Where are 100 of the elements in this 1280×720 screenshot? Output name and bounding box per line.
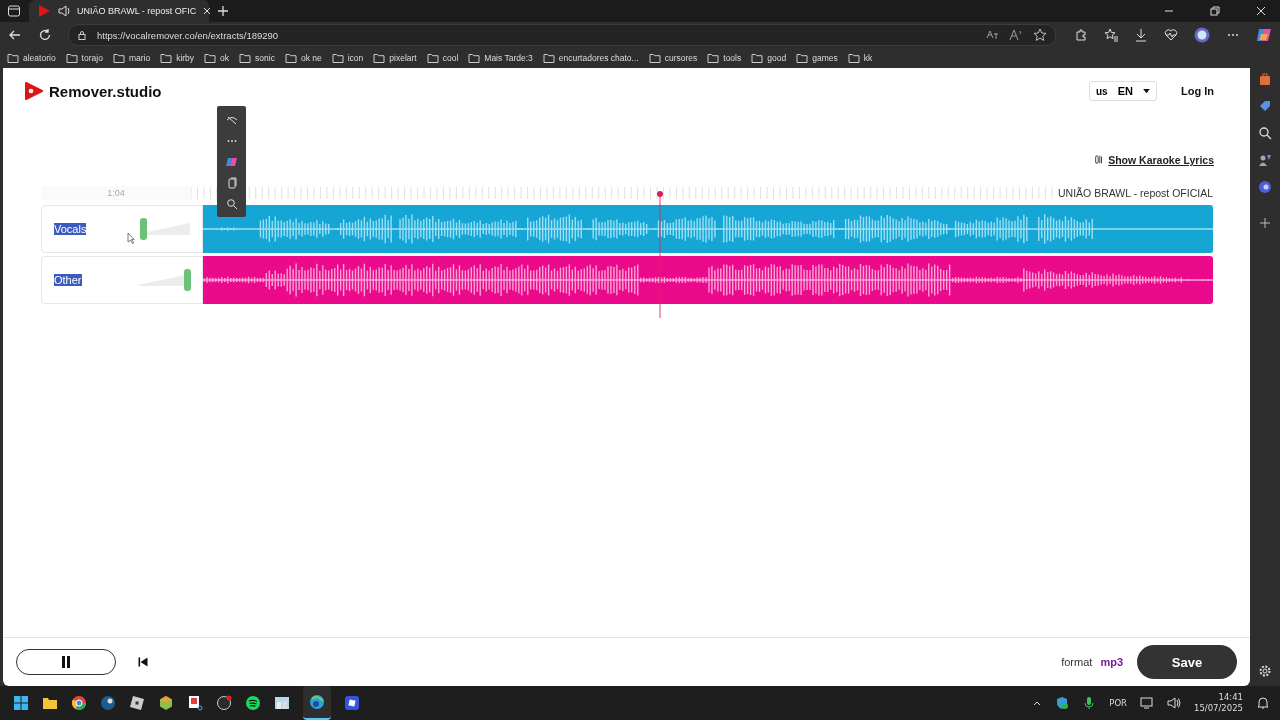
bookmark-folder[interactable]: ok ne: [284, 52, 322, 64]
people-icon[interactable]: [1258, 153, 1272, 167]
bookmark-folder[interactable]: aleatorio: [7, 52, 56, 64]
add-icon[interactable]: [1259, 217, 1271, 229]
new-tab-icon[interactable]: [217, 5, 229, 17]
restore-icon[interactable]: [1210, 6, 1220, 16]
language-selector[interactable]: us EN: [1088, 81, 1157, 101]
heart-pulse-icon[interactable]: [1164, 28, 1178, 42]
settings-icon[interactable]: [1258, 664, 1272, 678]
format-selector[interactable]: mp3: [1100, 656, 1123, 668]
logo-text[interactable]: Remover.studio: [49, 82, 162, 100]
folder-icon: [204, 52, 217, 64]
folder-icon: [707, 52, 720, 64]
taskbar-button[interactable]: [303, 686, 331, 720]
folder-icon: [112, 52, 125, 64]
game-launcher-icon[interactable]: [100, 695, 116, 711]
song-title: UNIÃO BRAWL - repost OFICIAL: [1057, 187, 1213, 199]
save-button[interactable]: Save: [1137, 645, 1237, 679]
speaker-icon[interactable]: [57, 4, 71, 18]
bookmark-folder[interactable]: Mais Tarde:3: [468, 52, 533, 64]
copilot-icon[interactable]: [225, 155, 238, 168]
search-icon[interactable]: [1258, 126, 1272, 140]
folder-icon: [751, 52, 764, 64]
karaoke-lyrics-link[interactable]: Show Karaoke Lyrics: [1108, 154, 1214, 166]
bookmark-folder[interactable]: torajo: [65, 52, 103, 64]
music-app-icon[interactable]: [245, 695, 261, 711]
translate-icon[interactable]: [985, 28, 999, 42]
bookmark-folder[interactable]: encurtadores chato...: [542, 52, 639, 64]
microphone-icon[interactable]: [1082, 696, 1097, 710]
bookmark-folder[interactable]: ok: [204, 52, 230, 64]
input-language[interactable]: POR: [1109, 698, 1127, 708]
folder-icon: [542, 52, 555, 64]
copilot-icon[interactable]: [1256, 27, 1272, 43]
start-icon[interactable]: [13, 695, 29, 711]
site-logo-icon: [37, 4, 51, 18]
time-label: 1:04: [107, 188, 125, 198]
folder-icon: [331, 52, 344, 64]
blocky-app-icon[interactable]: [344, 695, 360, 711]
square-app-icon[interactable]: [129, 695, 145, 711]
clock-date: 15/07/2025: [1194, 703, 1243, 714]
bookmark-folder[interactable]: games: [796, 52, 838, 64]
logo-icon: [23, 81, 43, 101]
read-aloud-icon[interactable]: [1009, 28, 1023, 42]
circle-logo-icon[interactable]: [1258, 180, 1272, 194]
slider-thumb[interactable]: [140, 218, 148, 240]
volume-slider[interactable]: [138, 217, 190, 241]
back-icon[interactable]: [8, 28, 22, 42]
extensions-icon[interactable]: [1074, 28, 1088, 42]
refresh-icon[interactable]: [38, 28, 52, 42]
caret-icon: [1143, 88, 1150, 94]
skip-back-icon[interactable]: [138, 657, 148, 667]
folder-icon: [648, 52, 661, 64]
bookmark-folder[interactable]: good: [751, 52, 787, 64]
bookmark-folder[interactable]: mario: [112, 52, 151, 64]
search-icon[interactable]: [225, 197, 238, 210]
close-icon[interactable]: [1256, 6, 1266, 16]
shield-icon[interactable]: [1055, 696, 1070, 710]
login-link[interactable]: Log In: [1181, 85, 1214, 97]
slider-thumb[interactable]: [184, 269, 191, 291]
photo-app-icon[interactable]: [274, 695, 290, 711]
browser-icon: [309, 694, 325, 710]
download-icon[interactable]: [1134, 28, 1148, 42]
close-icon[interactable]: [202, 6, 213, 16]
folder-icon: [284, 52, 297, 64]
track-name: Vocals: [54, 223, 87, 235]
folder-icon[interactable]: [42, 695, 58, 711]
cube-icon[interactable]: [158, 695, 174, 711]
folder-icon: [160, 52, 173, 64]
tab-actions-icon[interactable]: [7, 4, 21, 18]
bookmark-folder[interactable]: cursores: [648, 52, 698, 64]
clock-time: 14:41: [1218, 692, 1243, 703]
bookmark-folder[interactable]: pixelart: [373, 52, 417, 64]
format-label: format: [1061, 656, 1093, 668]
browser-icon[interactable]: [71, 695, 87, 711]
volume-icon[interactable]: [1167, 696, 1181, 710]
profile-icon[interactable]: [1194, 27, 1210, 43]
bookmark-folder[interactable]: cool: [426, 52, 459, 64]
bag-icon[interactable]: [1258, 72, 1272, 86]
bookmark-folder[interactable]: tools: [707, 52, 742, 64]
copy-icon[interactable]: [225, 176, 238, 189]
bookmark-folder[interactable]: icon: [331, 52, 364, 64]
volume-slider[interactable]: [138, 268, 190, 292]
browser-tab[interactable]: UNIÃO BRAWL - repost OFIC: [29, 0, 209, 22]
folder-icon: [847, 52, 860, 64]
lock-icon: [77, 30, 87, 40]
tag-icon[interactable]: [1258, 99, 1272, 113]
microphone-icon: [1094, 155, 1105, 165]
slider-track: [138, 222, 190, 236]
clock[interactable]: 14:41 15/07/2025: [1194, 692, 1243, 714]
pause-button[interactable]: [16, 649, 116, 675]
favorites-icon[interactable]: [1104, 28, 1118, 42]
bookmark-folder[interactable]: kirby: [160, 52, 195, 64]
notification-icon[interactable]: [1256, 696, 1270, 710]
star-icon[interactable]: [1033, 28, 1047, 42]
network-icon[interactable]: [1140, 696, 1154, 710]
snipping-icon[interactable]: [187, 695, 203, 711]
address-bar[interactable]: https://vocalremover.co/en/extracts/189290: [68, 24, 1056, 46]
bookmark-folder[interactable]: kk: [847, 52, 873, 64]
recording-app-icon[interactable]: [216, 695, 232, 711]
bookmark-folder[interactable]: sonic: [239, 52, 275, 64]
